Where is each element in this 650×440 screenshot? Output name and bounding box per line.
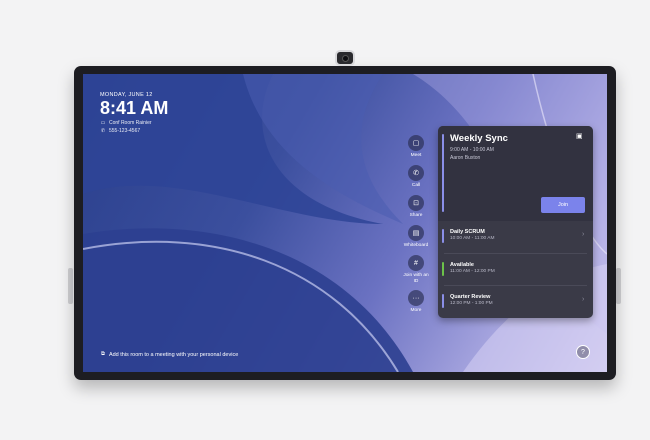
meeting-name: Quarter Review bbox=[450, 294, 491, 300]
room-phone-row: ✆ 555-123-4567 bbox=[100, 128, 168, 134]
video-camera-icon: ▢ bbox=[408, 135, 424, 151]
whiteboard-label: Whiteboard bbox=[403, 243, 429, 248]
share-label: Share bbox=[409, 213, 423, 218]
meeting-color-bar bbox=[442, 229, 444, 243]
phone-icon: ✆ bbox=[100, 128, 106, 134]
join-with-id-button[interactable]: # Join with an ID bbox=[401, 255, 431, 284]
question-mark-icon: ? bbox=[581, 348, 585, 356]
share-button[interactable]: ⊡ Share bbox=[401, 195, 431, 219]
join-button[interactable]: Join bbox=[541, 197, 585, 213]
hashtag-icon: # bbox=[408, 255, 424, 271]
more-button[interactable]: ··· More bbox=[401, 290, 431, 314]
meeting-color-bar bbox=[442, 294, 444, 308]
help-button[interactable]: ? bbox=[576, 345, 590, 359]
clock-time: 8:41 AM bbox=[100, 98, 169, 118]
meetings-panel: Weekly Sync 9:00 AM - 10:00 AM Aaron Bux… bbox=[438, 126, 593, 318]
meeting-time: 11:00 AM - 12:00 PM bbox=[450, 269, 495, 274]
room-name-row: ▭ Conf Room Rainier bbox=[100, 120, 168, 126]
phone-icon: ✆ bbox=[408, 165, 424, 181]
whiteboard-button[interactable]: ▤ Whiteboard bbox=[401, 225, 431, 249]
join-with-id-label: Join with an ID bbox=[403, 273, 429, 284]
chevron-right-icon: › bbox=[582, 296, 585, 303]
meeting-row[interactable]: Daily SCRUM 10:00 AM - 11:00 AM › bbox=[438, 221, 593, 251]
device-side-tab-left bbox=[68, 268, 73, 304]
featured-meeting-title: Weekly Sync bbox=[450, 133, 508, 144]
room-name: Conf Room Rainier bbox=[109, 120, 152, 126]
meeting-time: 10:00 AM - 11:00 AM bbox=[450, 236, 495, 241]
whiteboard-icon: ▤ bbox=[408, 225, 424, 241]
chevron-right-icon: › bbox=[582, 231, 585, 238]
featured-meeting-card[interactable]: Weekly Sync 9:00 AM - 10:00 AM Aaron Bux… bbox=[438, 126, 593, 221]
webcam-lens bbox=[342, 55, 349, 62]
call-label: Call bbox=[411, 183, 421, 188]
cast-device-icon: ⧉ bbox=[101, 351, 105, 357]
featured-meeting-organizer: Aaron Buxton bbox=[450, 155, 481, 161]
meeting-name: Available bbox=[450, 262, 474, 268]
meet-label: Meet bbox=[410, 153, 422, 158]
room-phone: 555-123-4567 bbox=[109, 128, 141, 134]
surface-hub-device: MONDAY, JUNE 12 8:41 AM ▭ Conf Room Rain… bbox=[74, 66, 616, 380]
meeting-row[interactable]: Quarter Review 12:00 PM - 1:00 PM › bbox=[438, 286, 593, 316]
meeting-row: Available 11:00 AM - 12:00 PM bbox=[438, 254, 593, 284]
meet-button[interactable]: ▢ Meet bbox=[401, 135, 431, 159]
featured-meeting-time: 9:00 AM - 10:00 AM bbox=[450, 147, 494, 153]
featured-meeting-accent bbox=[442, 134, 444, 212]
more-icon: ··· bbox=[408, 290, 424, 306]
more-label: More bbox=[410, 308, 422, 313]
screen-share-icon: ⊡ bbox=[408, 195, 424, 211]
meeting-color-bar bbox=[442, 262, 444, 276]
hub-home-screen: MONDAY, JUNE 12 8:41 AM ▭ Conf Room Rain… bbox=[83, 74, 607, 372]
add-room-hint[interactable]: ⧉ Add this room to a meeting with your p… bbox=[101, 351, 238, 358]
call-button[interactable]: ✆ Call bbox=[401, 165, 431, 189]
meeting-time: 12:00 PM - 1:00 PM bbox=[450, 301, 493, 306]
meeting-name: Daily SCRUM bbox=[450, 229, 485, 235]
room-display-icon: ▭ bbox=[100, 120, 106, 126]
webcam bbox=[335, 50, 355, 66]
clock-block: MONDAY, JUNE 12 8:41 AM ▭ Conf Room Rain… bbox=[100, 92, 168, 134]
device-side-tab-right bbox=[616, 268, 621, 304]
teams-icon: ▣ bbox=[576, 133, 583, 140]
add-room-hint-text: Add this room to a meeting with your per… bbox=[108, 351, 239, 358]
